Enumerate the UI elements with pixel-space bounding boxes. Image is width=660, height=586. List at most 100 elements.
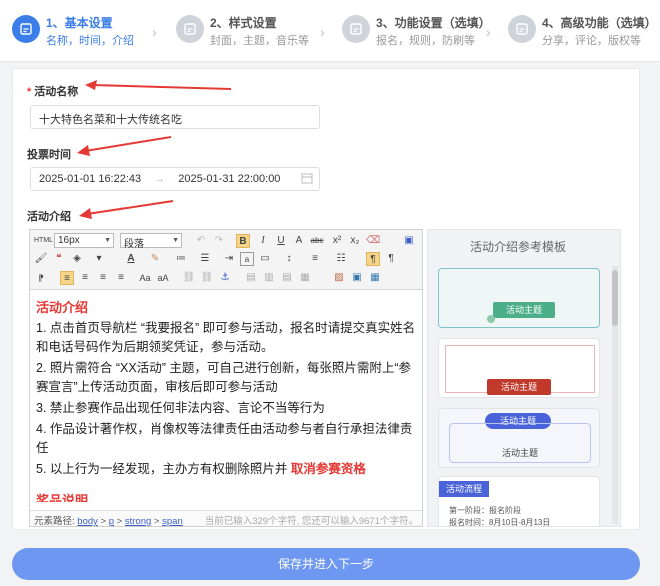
underline-icon[interactable]: U — [274, 234, 288, 248]
path-span-link[interactable]: span — [162, 516, 183, 526]
subscript-icon[interactable]: x₂ — [348, 234, 362, 248]
redo-icon[interactable]: ↷ — [212, 234, 226, 248]
step-title: 3、功能设置（选填） — [376, 16, 491, 30]
align-center-icon[interactable]: ≡ — [78, 271, 92, 285]
image-left-icon[interactable]: ▤ — [244, 271, 258, 285]
activity-intro-label: 活动介绍 — [27, 211, 71, 223]
quote-icon[interactable]: ❝ — [52, 252, 66, 266]
link-icon[interactable]: ⛓ — [182, 271, 196, 285]
strikethrough-icon[interactable]: abc — [310, 234, 324, 248]
bold-icon[interactable]: B — [236, 234, 250, 248]
border-icon[interactable]: A — [292, 234, 306, 248]
step-subtitle: 封面，主题，音乐等 — [210, 35, 309, 47]
template-card-3[interactable]: 活动主题 活动主题 — [438, 408, 600, 468]
image-right-icon[interactable]: ▤ — [280, 271, 294, 285]
path-strong-link[interactable]: strong — [125, 516, 151, 526]
save-and-next-button[interactable]: 保存并进入下一步 — [12, 548, 640, 580]
annotation-arrow — [79, 200, 174, 219]
highlight-color-icon[interactable]: ✎ — [148, 252, 162, 266]
template-label: 活动主题 — [493, 302, 555, 318]
undo-icon[interactable]: ↶ — [194, 234, 208, 248]
case-icon[interactable]: aA — [156, 271, 170, 285]
chevron-right-icon: › — [320, 24, 325, 40]
image-inline-icon[interactable]: ▥ — [262, 271, 276, 285]
unlink-icon[interactable]: ⛓ — [200, 271, 214, 285]
template-label: 活动主题 — [501, 448, 538, 458]
content-item: 4. 作品设计著作权，肖像权等法律责任由活动参与者自行承担法律责任 — [36, 422, 413, 455]
basic-settings-form: * 活动名称 十大特色名菜和十大传统名吃 投票时间 2025-01-01 16:2… — [12, 68, 640, 530]
paragraph-spacing-icon[interactable]: ≡ — [308, 252, 322, 266]
align-justify-icon[interactable]: ≡ — [114, 271, 128, 285]
editor-content[interactable]: 活动介绍 1. 点击首页导航栏 “我要报名” 即可参与活动，报名时请提交真实姓名… — [36, 298, 420, 502]
anchor-icon[interactable]: ⚓ — [218, 271, 232, 285]
superscript-icon[interactable]: x² — [330, 234, 344, 248]
annotation-arrow — [85, 80, 232, 90]
paste-icon[interactable]: ▭ — [258, 252, 272, 266]
indent-icon[interactable]: ⇥ — [222, 252, 236, 266]
char-count: 当前已输入329个字符, 您还可以输入9671个字符。 — [204, 516, 418, 526]
highlight-text: 取消参赛资格 — [290, 462, 366, 476]
template-line: 第一阶段：报名阶段 — [449, 506, 521, 515]
vote-time-label: 投票时间 — [27, 149, 71, 161]
paragraph-select[interactable]: 段落 ▼ — [120, 233, 182, 250]
unordered-list-icon[interactable]: ☰ — [198, 252, 212, 266]
rich-text-editor[interactable]: HTML 16px ▼ 段落 ▼ ↶ ↷ B I U A abc x² x₂ ⌫ ▣… — [29, 229, 423, 527]
element-path-bar: 元素路径: body > p > strong > span 当前已输入329个… — [30, 510, 422, 526]
chevron-right-icon: › — [152, 24, 157, 40]
template-panel-title: 活动介绍参考模板 — [469, 240, 566, 254]
activity-name-input[interactable]: 十大特色名菜和十大传统名吃 — [30, 105, 320, 129]
template-scrollbar[interactable] — [612, 266, 618, 524]
image-icon[interactable]: ▨ — [332, 271, 346, 285]
eraser-icon[interactable]: ⌫ — [366, 234, 380, 248]
step-icon — [176, 15, 204, 43]
align-options-icon[interactable]: ☷ — [334, 252, 348, 266]
path-p-link[interactable]: p — [109, 516, 114, 526]
ltr-icon[interactable]: ¶ — [366, 252, 380, 266]
step-title: 2、样式设置 — [210, 16, 277, 30]
chevron-right-icon: › — [486, 24, 491, 40]
paint-icon[interactable]: ◈ — [70, 252, 84, 266]
step-title: 1、基本设置 — [46, 16, 113, 30]
range-arrow: → — [154, 173, 166, 185]
font-size-select[interactable]: 16px ▼ — [54, 233, 114, 248]
step-icon — [342, 15, 370, 43]
scrollbar-thumb[interactable] — [612, 270, 618, 326]
step-icon — [12, 15, 40, 43]
rtl-icon[interactable]: ¶ — [384, 252, 398, 266]
more-styles-icon[interactable]: ▾ — [92, 252, 106, 266]
calendar-icon — [301, 172, 313, 187]
step-subtitle: 名称，时间，介绍 — [46, 35, 134, 47]
content-item: 2. 照片需符合 “XX活动” 主题，可自己进行创新，每张照片需附上“参赛宣言”… — [36, 361, 412, 394]
template-label: 活动主题 — [487, 379, 551, 395]
ordered-list-icon[interactable]: ≔ — [174, 252, 188, 266]
align-left-icon[interactable]: ≡ — [60, 271, 74, 285]
step-title: 4、高级功能（选填） — [542, 16, 657, 30]
video-icon[interactable]: ▣ — [350, 271, 364, 285]
vote-time-range-picker[interactable]: 2025-01-01 16:22:43 → 2025-01-31 22:00:0… — [30, 167, 320, 191]
fullscreen-icon[interactable]: ▣ — [402, 234, 416, 248]
format-painter-icon[interactable]: 🖌 — [34, 252, 48, 266]
template-card-4[interactable]: 活动流程 第一阶段：报名阶段 报名时间：8月10日-8月13日 — [438, 476, 600, 526]
template-card-1[interactable]: 活动主题 — [438, 268, 600, 328]
content-heading: 奖品说明 — [36, 493, 89, 502]
template-card-2[interactable]: 活动主题 — [438, 338, 600, 398]
decor-flower — [487, 315, 495, 323]
align-right-icon[interactable]: ≡ — [96, 271, 110, 285]
start-time: 2025-01-01 16:22:43 — [39, 173, 142, 185]
font-style-icon[interactable]: Aa — [138, 271, 152, 285]
italic-icon[interactable]: I — [256, 234, 270, 248]
letter-icon[interactable]: a — [240, 252, 254, 266]
line-spacing-icon[interactable]: ↕ — [282, 252, 296, 266]
format-icon[interactable]: ⁋ — [34, 271, 48, 285]
html-source-icon[interactable]: HTML — [34, 234, 53, 248]
path-body-link[interactable]: body — [77, 516, 98, 526]
image-center-icon[interactable]: ▦ — [298, 271, 312, 285]
content-heading: 活动介绍 — [36, 300, 89, 315]
annotation-arrow — [77, 136, 172, 156]
step-subtitle: 分享，评论，版权等 — [542, 35, 641, 47]
required-asterisk: * — [27, 86, 32, 98]
table-icon[interactable]: ▦ — [368, 271, 382, 285]
font-color-icon[interactable]: A — [124, 252, 138, 266]
end-time: 2025-01-31 22:00:00 — [178, 173, 281, 185]
step-progress-bar: 1、基本设置 名称，时间，介绍 › 2、样式设置 封面，主题，音乐等 › 3、功… — [0, 0, 660, 62]
